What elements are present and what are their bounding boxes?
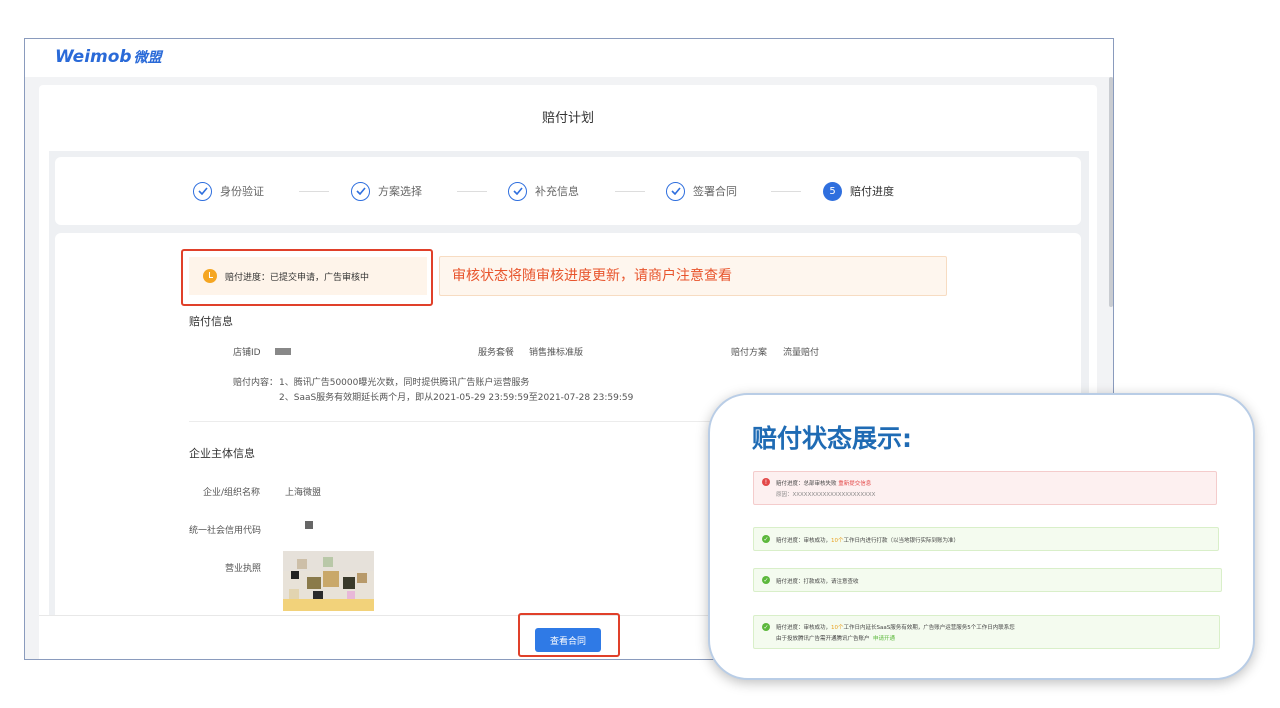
org-name-value: 上海微盟 — [285, 488, 322, 498]
license-label: 营业执照 — [225, 564, 262, 574]
status-row-approved: ✓ 赔付进度：审核成功，10个工作日内进行打款（以当地银行实际到账为准） — [753, 527, 1219, 551]
package-label: 服务套餐 — [478, 348, 515, 358]
steps-bar: 身份验证 方案选择 补充信息 签署合同 5 赔付进度 — [55, 157, 1081, 225]
check-icon — [193, 181, 212, 201]
check-circle-icon: ✓ — [762, 576, 770, 584]
callout-text: 审核状态将随审核进度更新，请商户注意查看 — [452, 268, 732, 284]
check-circle-icon: ✓ — [762, 623, 770, 631]
org-name-label: 企业/组织名称 — [203, 488, 261, 498]
package-value: 销售推标准版 — [529, 348, 584, 358]
step-divider — [771, 191, 801, 192]
content-line-1: 1、腾讯广告50000曝光次数，同时提供腾讯广告账户运营服务 — [279, 378, 530, 388]
store-id-label: 店铺ID — [233, 348, 261, 358]
weimob-logo[interactable]: Weimob 微盟 — [55, 47, 162, 67]
callout: 审核状态将随审核进度更新，请商户注意查看 — [439, 256, 947, 296]
apply-link[interactable]: 申请开通 — [873, 636, 895, 642]
step-supplement[interactable]: 补充信息 — [508, 157, 579, 225]
step-label: 补充信息 — [535, 185, 579, 198]
highlight-box — [518, 613, 620, 657]
scrollbar[interactable] — [1109, 77, 1113, 307]
plan-value: 流量赔付 — [783, 348, 820, 358]
step-label: 方案选择 — [378, 185, 422, 198]
step-divider — [615, 191, 645, 192]
logo-text: Weimob — [55, 47, 132, 67]
status-reason: 原因：XXXXXXXXXXXXXXXXXXXXXX — [776, 492, 876, 498]
top-bar: Weimob 微盟 — [25, 39, 1113, 77]
status-text: 赔付进度：审核成功，10个工作日内进行打款（以当地银行实际到账为准） — [776, 538, 960, 544]
status-row-failed: ! 赔付进度：总部审核失败 重新提交信息 原因：XXXXXXXXXXXXXXXX… — [753, 471, 1217, 505]
step-divider — [457, 191, 487, 192]
content-line-2: 2、SaaS服务有效期延长两个月，即从2021-05-29 23:59:59至2… — [279, 393, 634, 403]
check-icon — [351, 181, 370, 201]
step-contract[interactable]: 签署合同 — [666, 157, 737, 225]
status-display-card: 赔付状态展示: ! 赔付进度：总部审核失败 重新提交信息 原因：XXXXXXXX… — [708, 393, 1255, 680]
status-row-paid: ✓ 赔付进度：打款成功，请注意查收 — [753, 568, 1222, 592]
store-id-value — [275, 348, 291, 355]
status-text: 赔付进度：打款成功，请注意查收 — [776, 579, 859, 585]
step-number: 5 — [823, 181, 842, 201]
status-text: 赔付进度：审核成功，10个工作日内延长SaaS服务有效期，广告账户运营服务5个工… — [776, 625, 1015, 631]
check-icon — [508, 181, 527, 201]
status-row-extended: ✓ 赔付进度：审核成功，10个工作日内延长SaaS服务有效期，广告账户运营服务5… — [753, 615, 1220, 649]
section-title-payout: 赔付信息 — [189, 315, 233, 328]
step-divider — [299, 191, 329, 192]
page-title: 赔付计划 — [541, 111, 594, 126]
credit-code-value — [305, 521, 313, 529]
step-plan[interactable]: 方案选择 — [351, 157, 422, 225]
highlight-box — [181, 249, 433, 306]
content-label: 赔付内容： — [233, 378, 279, 388]
status-title: 赔付状态展示: — [752, 424, 912, 453]
step-label: 身份验证 — [220, 185, 264, 198]
status-text-line2: 由于投放腾讯广告需开通腾讯广告账户 申请开通 — [776, 636, 896, 642]
business-license-image[interactable] — [283, 551, 374, 611]
credit-code-label: 统一社会信用代码 — [189, 526, 262, 536]
error-icon: ! — [762, 478, 770, 486]
step-identity[interactable]: 身份验证 — [193, 157, 264, 225]
check-icon — [666, 181, 685, 201]
logo-text-cn: 微盟 — [133, 50, 162, 66]
resubmit-link[interactable]: 重新提交信息 — [838, 481, 871, 487]
step-label: 赔付进度 — [850, 185, 894, 198]
step-progress[interactable]: 5 赔付进度 — [823, 157, 894, 225]
step-label: 签署合同 — [693, 185, 737, 198]
plan-label: 赔付方案 — [731, 348, 768, 358]
status-text: 赔付进度：总部审核失败 重新提交信息 — [776, 481, 872, 487]
check-circle-icon: ✓ — [762, 535, 770, 543]
section-title-enterprise: 企业主体信息 — [189, 447, 255, 460]
